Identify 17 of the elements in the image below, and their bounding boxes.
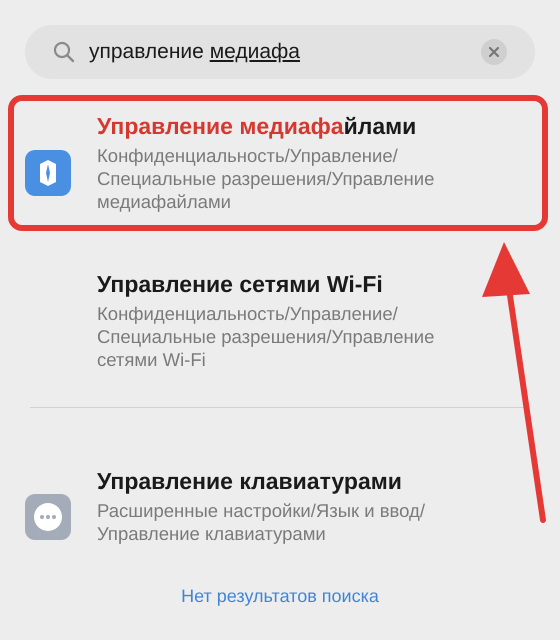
result-title: Управление сетями Wi-Fi (97, 270, 384, 299)
shield-icon (25, 150, 71, 196)
result-path: Конфиденциальность/Управление/ Специальные разрешения/Управление сетями Wi-Fi (97, 302, 436, 371)
clear-button[interactable] (481, 39, 507, 65)
search-icon (53, 41, 75, 63)
search-query: управление медиафа (89, 39, 301, 66)
result-title: Управление медиафайлами (97, 112, 418, 141)
no-results-text: Нет результатов поиска (181, 585, 379, 608)
result-path: Расширенные настройки/Язык и ввод/ Управление клавиатурами (97, 499, 426, 545)
search-result[interactable]: Управление клавиатурами Расширенные настройки/Язык и ввод/ Управление клавиатурами (0, 452, 560, 559)
result-path: Конфиденциальность/Управление/ Специальные разрешения/Управление медиафайлами (97, 144, 436, 213)
close-icon (489, 47, 499, 57)
search-result[interactable]: Управление медиафайлами Конфиденциальность/Управление/ Специальные разрешения/Управление медиафайлами (0, 97, 560, 227)
search-field[interactable]: управление медиафа (25, 25, 535, 79)
more-icon (25, 494, 71, 540)
search-result[interactable]: Управление сетями Wi-Fi Конфиденциальность/Управление/ Специальные разрешения/Управление сетями Wi-Fi (0, 255, 560, 385)
result-title: Управление клавиатурами (97, 467, 403, 496)
